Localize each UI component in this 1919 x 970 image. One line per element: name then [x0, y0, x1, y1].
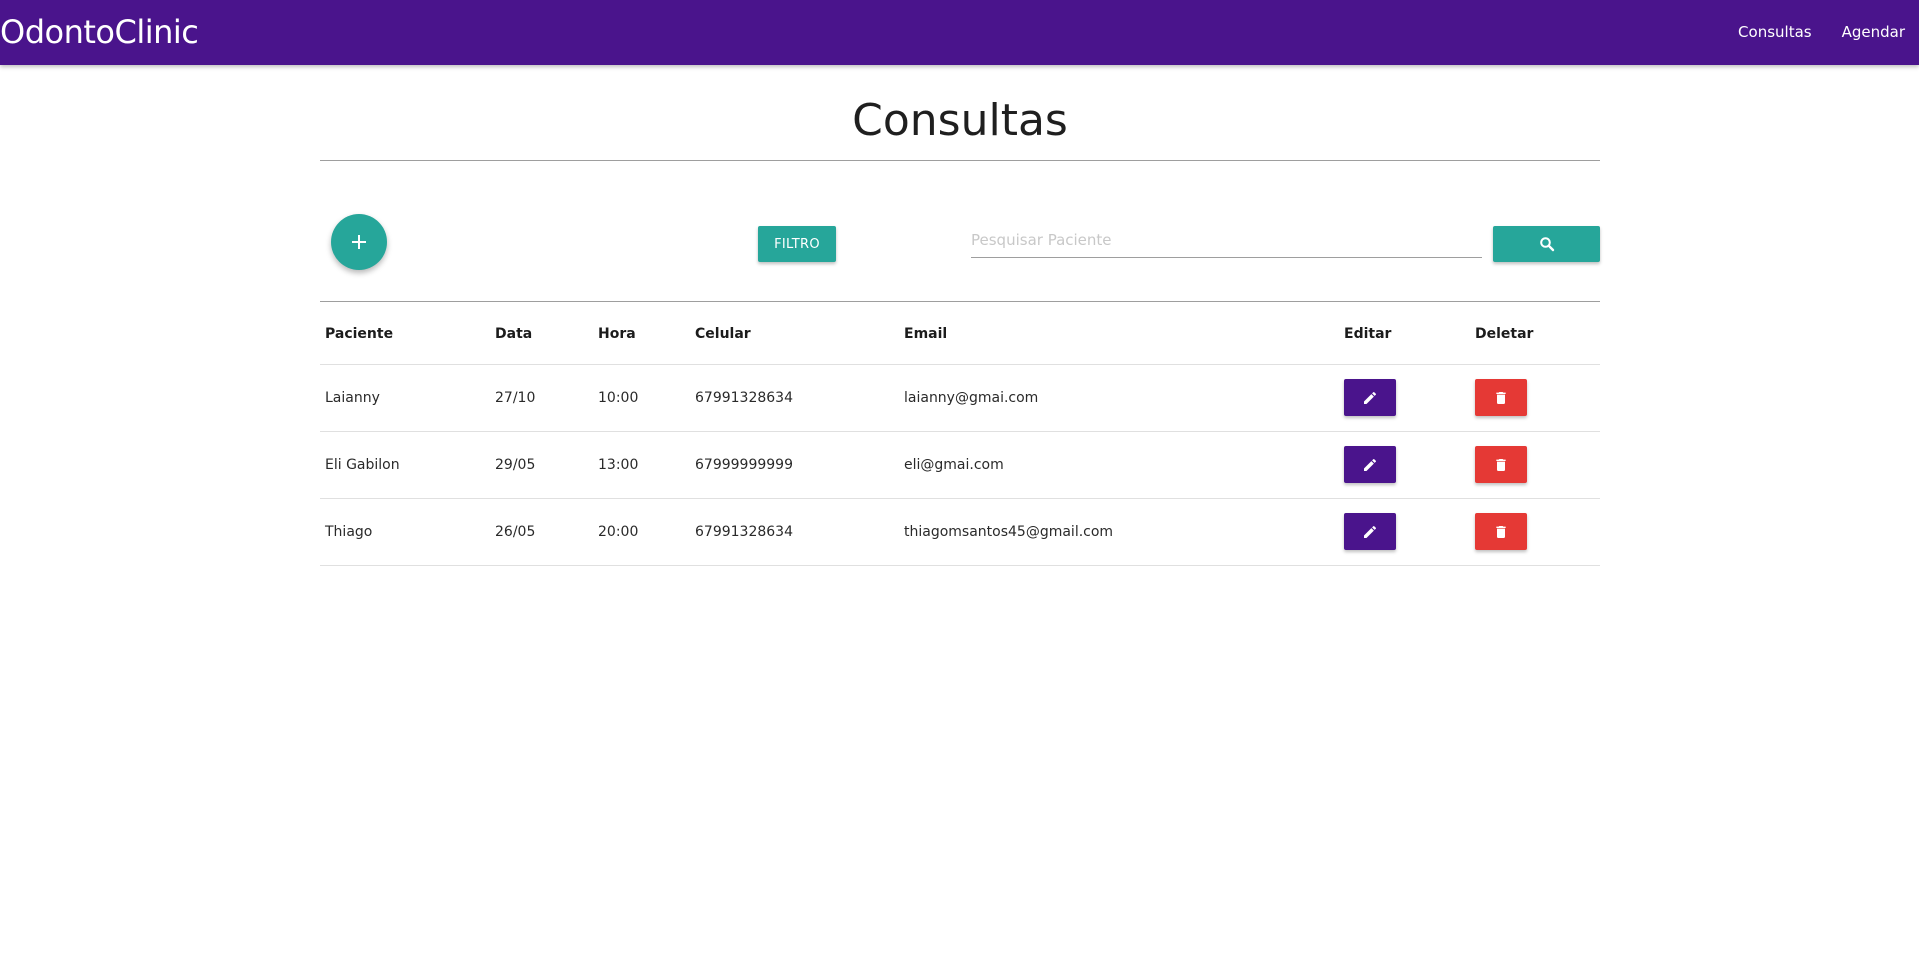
header-deletar: Deletar [1470, 304, 1600, 365]
pencil-icon [1362, 457, 1378, 473]
table-header-row: Paciente Data Hora Celular Email Editar … [320, 304, 1600, 365]
cell-celular: 67991328634 [690, 498, 899, 566]
cell-deletar [1470, 431, 1600, 499]
cell-data: 29/05 [490, 431, 593, 499]
cell-hora: 10:00 [593, 364, 690, 432]
cell-email: laianny@gmai.com [899, 364, 1339, 432]
table-row: Laianny 27/10 10:00 67991328634 laianny@… [320, 364, 1600, 432]
search-patient-input[interactable] [971, 222, 1482, 258]
trash-icon [1493, 390, 1509, 406]
cell-email: eli@gmai.com [899, 431, 1339, 499]
cell-data: 26/05 [490, 498, 593, 566]
cell-data: 27/10 [490, 364, 593, 432]
cell-paciente: Laianny [320, 364, 490, 432]
page-title: Consultas [852, 95, 1068, 146]
toolbar-divider [320, 301, 1600, 302]
trash-icon [1493, 457, 1509, 473]
table-row: Eli Gabilon 29/05 13:00 67999999999 eli@… [320, 431, 1600, 499]
cell-paciente: Eli Gabilon [320, 431, 490, 499]
edit-button[interactable] [1344, 446, 1396, 483]
cell-email: thiagomsantos45@gmail.com [899, 498, 1339, 566]
consultas-table: Paciente Data Hora Celular Email Editar … [320, 304, 1600, 566]
header-editar: Editar [1339, 304, 1470, 365]
trash-icon [1493, 524, 1509, 540]
cell-celular: 67991328634 [690, 364, 899, 432]
cell-paciente: Thiago [320, 498, 490, 566]
delete-button[interactable] [1475, 513, 1527, 550]
cell-deletar [1470, 498, 1600, 566]
cell-editar [1339, 498, 1470, 566]
edit-button[interactable] [1344, 513, 1396, 550]
cell-editar [1339, 431, 1470, 499]
nav-link-consultas[interactable]: Consultas [1723, 0, 1827, 65]
nav-link-agendar[interactable]: Agendar [1827, 0, 1905, 65]
delete-button[interactable] [1475, 446, 1527, 483]
delete-button[interactable] [1475, 379, 1527, 416]
cell-celular: 67999999999 [690, 431, 899, 499]
search-button[interactable] [1493, 226, 1600, 262]
header-celular: Celular [690, 304, 899, 365]
filter-button[interactable]: FILTRO [758, 226, 836, 262]
brand-logo[interactable]: OdontoClinic [0, 12, 199, 52]
edit-button[interactable] [1344, 379, 1396, 416]
title-divider [320, 160, 1600, 161]
cell-hora: 13:00 [593, 431, 690, 499]
nav-links: Consultas Agendar [1723, 0, 1905, 65]
header-data: Data [490, 304, 593, 365]
pencil-icon [1362, 524, 1378, 540]
pencil-icon [1362, 390, 1378, 406]
cell-editar [1339, 364, 1470, 432]
top-navbar: OdontoClinic Consultas Agendar [0, 0, 1919, 65]
header-email: Email [899, 304, 1339, 365]
table-row: Thiago 26/05 20:00 67991328634 thiagomsa… [320, 498, 1600, 566]
search-icon [1539, 236, 1555, 252]
cell-hora: 20:00 [593, 498, 690, 566]
header-paciente: Paciente [320, 304, 490, 365]
header-hora: Hora [593, 304, 690, 365]
add-consulta-button[interactable] [331, 214, 387, 270]
plus-icon [350, 233, 368, 251]
cell-deletar [1470, 364, 1600, 432]
